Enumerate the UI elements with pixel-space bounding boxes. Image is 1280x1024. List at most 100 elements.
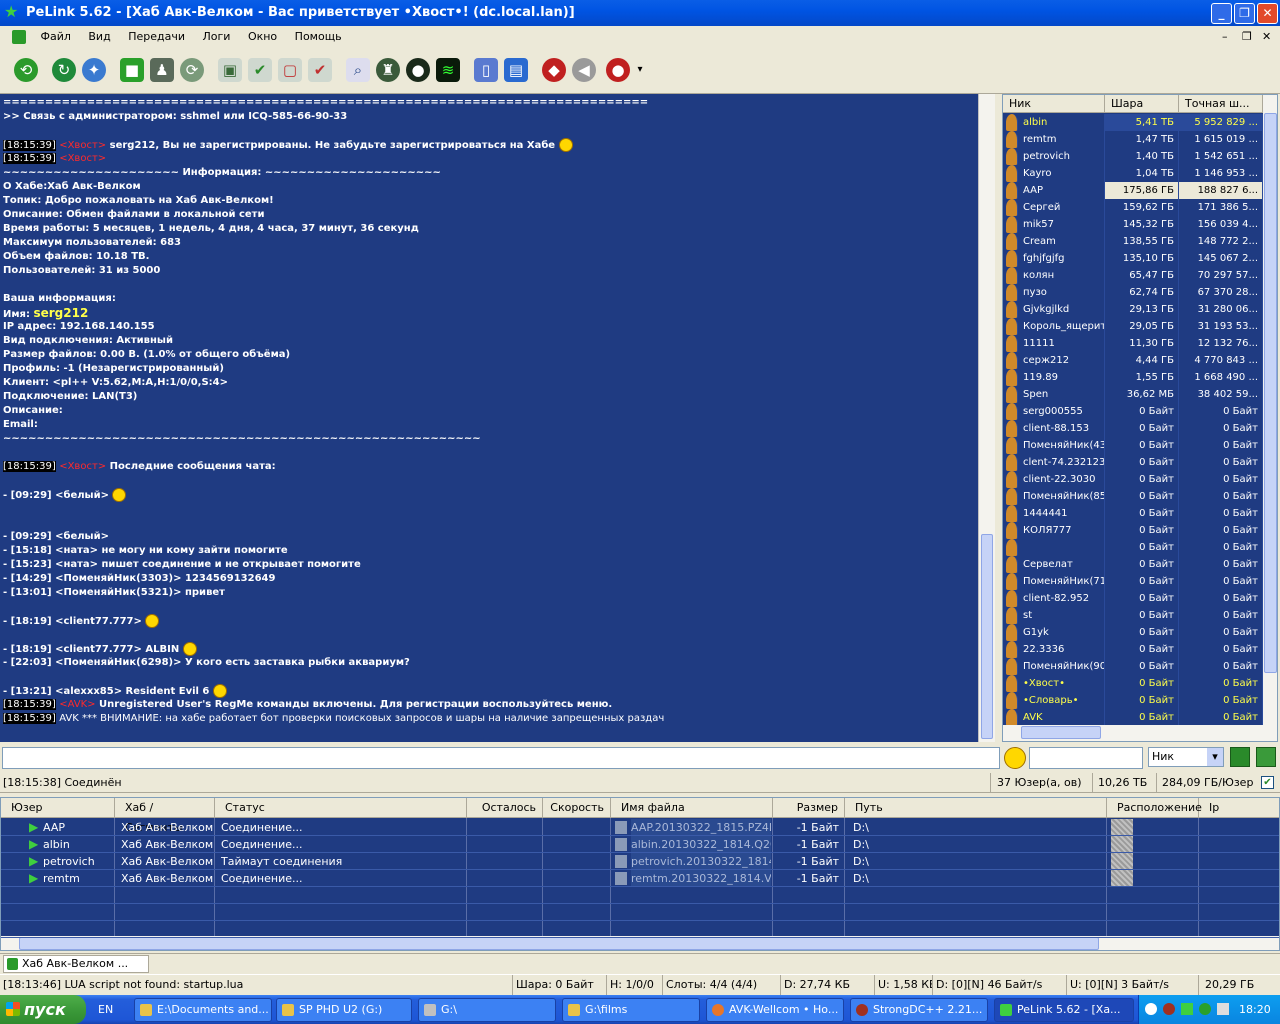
away-icon[interactable]: ● [606,58,630,82]
chat-scroll-thumb[interactable] [981,534,993,739]
user-row[interactable]: fghjfgjfg 135,10 ГБ 145 067 2... [1003,250,1263,267]
user-row[interactable]: серж212 4,44 ГБ 4 770 843 ... [1003,352,1263,369]
menu-transfers[interactable]: Передачи [121,26,192,48]
mdi-minimize-button[interactable]: – [1222,26,1228,48]
chat-nick[interactable]: <Хвост> [59,153,106,164]
transfer-hscroll-thumb[interactable] [19,937,1099,950]
user-row[interactable]: КОЛЯ777 0 Байт 0 Байт [1003,522,1263,539]
col-ip[interactable]: Ip [1199,798,1279,818]
col-size[interactable]: Размер [773,798,845,818]
task-sp-phd[interactable]: SP PHD U2 (G:) [276,998,412,1022]
user-row[interactable]: petrovich 1,40 ТБ 1 542 651 ... [1003,148,1263,165]
user-row[interactable]: Cream 138,55 ГБ 148 772 2... [1003,233,1263,250]
user-row[interactable]: mik57 145,32 ГБ 156 039 4... [1003,216,1263,233]
transfer-row[interactable]: ▶ remtm Хаб Авк-Велком Соединение... remtm.2… [1,870,1279,887]
user-row[interactable]: 119.89 1,55 ГБ 1 668 490 ... [1003,369,1263,386]
user-row[interactable]: G1yk 0 Байт 0 Байт [1003,624,1263,641]
tray-expand-icon[interactable] [1145,1003,1157,1015]
users-icon[interactable]: ♟ [150,58,174,82]
user-row[interactable]: 11111 11,30 ГБ 12 132 76... [1003,335,1263,352]
reconnect-icon[interactable]: ↻ [52,58,76,82]
tab-hub[interactable]: Хаб Авк-Велком ... [3,955,149,973]
chat-nick[interactable]: <Хвост> [59,140,106,151]
filter-column-select[interactable]: Ник ▾ [1148,747,1224,767]
chevron-down-icon[interactable]: ▾ [1207,748,1223,766]
user-row[interactable]: client-82.952 0 Байт 0 Байт [1003,590,1263,607]
col-exact-share[interactable]: Точная ш... [1179,95,1263,113]
menu-window[interactable]: Окно [241,26,284,48]
user-row[interactable]: AVK 0 Байт 0 Байт [1003,709,1263,726]
user-row[interactable]: Сервелат 0 Байт 0 Байт [1003,556,1263,573]
public-hubs-icon[interactable]: ■ [120,58,144,82]
col-hub[interactable]: Хаб / Сегменты [115,798,215,834]
user-hscroll-thumb[interactable] [1021,726,1101,739]
user-row[interactable]: serg000555 0 Байт 0 Байт [1003,403,1263,420]
col-path[interactable]: Путь [845,798,1107,818]
tray-pelink-icon[interactable] [1181,1003,1193,1015]
chat-input[interactable] [2,747,1000,769]
user-row[interactable]: ПоменяйНик(43 0 Байт 0 Байт [1003,437,1263,454]
user-row[interactable]: 0 Байт 0 Байт [1003,539,1263,556]
col-share[interactable]: Шара [1105,95,1179,113]
tray-network-icon[interactable] [1217,1003,1229,1015]
mdi-close-button[interactable]: ✕ [1262,26,1271,48]
user-row[interactable]: пузо 62,74 ГБ 67 370 28... [1003,284,1263,301]
language-indicator[interactable]: EN [98,995,113,1024]
user-row[interactable]: ПоменяйНик(71 0 Байт 0 Байт [1003,573,1263,590]
connect-icon[interactable]: ⟲ [14,58,38,82]
tray-icq-icon[interactable] [1199,1003,1211,1015]
user-row[interactable]: client-22.3030 0 Байт 0 Байт [1003,471,1263,488]
task-strongdc[interactable]: StrongDC++ 2.21... [850,998,988,1022]
help-book-icon[interactable]: ▤ [504,58,528,82]
tray-strongdc-icon[interactable] [1163,1003,1175,1015]
user-list-scrollbar[interactable] [1263,95,1277,741]
adl-search-icon[interactable]: ♜ [376,58,400,82]
col-filename[interactable]: Имя файла [611,798,773,818]
filter-input[interactable] [1029,747,1143,769]
user-list-hscrollbar[interactable] [1003,725,1263,741]
task-pelink[interactable]: PeLink 5.62 - [Ха... [994,998,1134,1022]
col-location[interactable]: Расположение [1107,798,1202,818]
user-row[interactable]: Король_ящерит 29,05 ГБ 31 193 53... [1003,318,1263,335]
col-nick[interactable]: Ник [1003,95,1105,113]
menu-view[interactable]: Вид [81,26,117,48]
mdi-restore-button[interactable]: ❐ [1242,26,1252,48]
excel-export-icon[interactable] [1230,747,1250,767]
filter-refresh-icon[interactable] [1256,747,1276,767]
user-row[interactable]: ПоменяйНик(90 0 Байт 0 Байт [1003,658,1263,675]
chat-nick[interactable]: <AVK> [59,699,95,710]
user-row[interactable]: •Словарь• 0 Байт 0 Байт [1003,692,1263,709]
chevron-down-icon[interactable]: ▾ [634,58,646,82]
task-films[interactable]: G:\films [562,998,700,1022]
user-row[interactable]: ПоменяйНик(85 0 Байт 0 Байт [1003,488,1263,505]
finished-downloads-icon[interactable]: ✔ [248,58,272,82]
user-row[interactable]: AAP 175,86 ГБ 188 827 6... [1003,182,1263,199]
notepad-icon[interactable]: ▯ [474,58,498,82]
user-row[interactable]: albin 5,41 ТБ 5 952 829 ... [1003,114,1263,131]
speaker-icon[interactable]: ◀ [572,58,596,82]
user-row[interactable]: Сергей 159,62 ГБ 171 386 5... [1003,199,1263,216]
user-row[interactable]: remtm 1,47 ТБ 1 615 019 ... [1003,131,1263,148]
col-user[interactable]: Юзер [1,798,115,818]
start-button[interactable]: пуск [0,995,86,1024]
user-row[interactable]: client-88.153 0 Байт 0 Байт [1003,420,1263,437]
queue-icon[interactable]: ▣ [218,58,242,82]
minimize-button[interactable]: _ [1211,3,1232,24]
user-row[interactable]: Spen 36,62 МБ 38 402 59... [1003,386,1263,403]
user-row[interactable]: •Хвост• 0 Байт 0 Байт [1003,675,1263,692]
favorites-icon[interactable]: ✦ [82,58,106,82]
user-row[interactable]: 22.3336 0 Байт 0 Байт [1003,641,1263,658]
task-g-drive[interactable]: G:\ [418,998,556,1022]
refresh-icon[interactable]: ⟳ [180,58,204,82]
userlist-toggle-checkbox[interactable]: ✔ [1261,776,1274,789]
finished-uploads-icon[interactable]: ✔ [308,58,332,82]
upload-queue-icon[interactable]: ▢ [278,58,302,82]
user-row[interactable]: 1444441 0 Байт 0 Байт [1003,505,1263,522]
task-firefox[interactable]: AVK-Wellcom • Ho... [706,998,844,1022]
chat-window[interactable]: ========================================… [0,94,978,742]
task-documents[interactable]: E:\Documents and... [134,998,272,1022]
spy-icon[interactable]: ● [406,58,430,82]
menu-file[interactable]: Файл [34,26,78,48]
menu-help[interactable]: Помощь [288,26,349,48]
user-row[interactable]: колян 65,47 ГБ 70 297 57... [1003,267,1263,284]
